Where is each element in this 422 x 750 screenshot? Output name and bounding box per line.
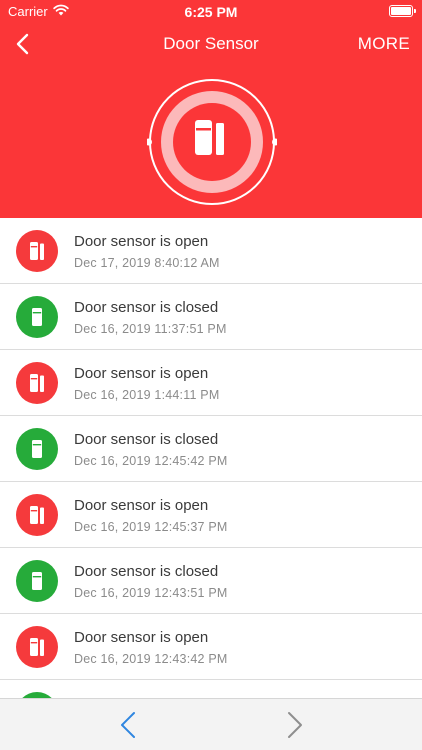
event-timestamp: Dec 16, 2019 1:44:11 PM: [74, 388, 220, 402]
more-button[interactable]: MORE: [358, 34, 410, 54]
door-closed-icon: [16, 296, 58, 338]
event-title: Door sensor is closed: [74, 299, 219, 316]
event-timestamp: Dec 16, 2019 12:45:42 PM: [74, 454, 228, 468]
event-title: Door sensor is open: [74, 629, 209, 646]
door-open-icon: [16, 626, 58, 668]
status-bar: Carrier 6:25 PM: [0, 0, 422, 24]
next-button[interactable]: [280, 709, 308, 741]
event-row[interactable]: Door sensor is closed Dec 16, 2019 11:37:…: [0, 284, 422, 350]
event-row[interactable]: Door sensor is open Dec 16, 2019 12:45:37…: [0, 482, 422, 548]
door-closed-icon: [16, 560, 58, 602]
event-timestamp: Dec 16, 2019 12:43:42 PM: [74, 652, 228, 666]
event-row[interactable]: Door sensor is open Dec 16, 2019 12:43:42…: [0, 614, 422, 680]
chevron-right-icon: [288, 712, 302, 738]
door-open-icon: [16, 494, 58, 536]
header: Carrier 6:25 PM Door Sensor MORE: [0, 0, 422, 218]
door-open-icon: [16, 362, 58, 404]
event-row[interactable]: Door sensor is open Dec 17, 2019 8:40:12 …: [0, 218, 422, 284]
app-screen: Carrier 6:25 PM Door Sensor MORE Door se…: [0, 0, 422, 750]
bottom-toolbar: [0, 698, 422, 750]
event-row[interactable]: Door sensor is closed Dec 16, 2019 12:43:…: [0, 548, 422, 614]
event-timestamp: Dec 16, 2019 11:37:51 PM: [74, 322, 227, 336]
door-closed-icon: [16, 428, 58, 470]
event-timestamp: Dec 16, 2019 12:43:51 PM: [74, 586, 228, 600]
event-list[interactable]: Door sensor is open Dec 17, 2019 8:40:12 …: [0, 218, 422, 698]
chevron-left-icon: [121, 712, 135, 738]
battery-fill: [391, 7, 411, 15]
event-row[interactable]: Door sensor is open Dec 16, 2019 1:44:11 …: [0, 350, 422, 416]
event-title: Door sensor is open: [74, 365, 209, 382]
event-title: Door sensor is closed: [74, 431, 219, 448]
event-title: Door sensor is open: [74, 233, 209, 250]
battery-full-icon: [389, 5, 416, 17]
previous-button[interactable]: [115, 709, 143, 741]
nav-bar: Door Sensor MORE: [0, 24, 422, 64]
status-time: 6:25 PM: [184, 4, 238, 20]
event-row[interactable]: [0, 680, 422, 698]
event-timestamp: Dec 16, 2019 12:45:37 PM: [74, 520, 228, 534]
event-title: Door sensor is closed: [74, 563, 219, 580]
event-timestamp: Dec 17, 2019 8:40:12 AM: [74, 256, 220, 270]
door-open-icon: [16, 230, 58, 272]
door-sensor-status-icon: [145, 77, 279, 207]
event-row[interactable]: Door sensor is closed Dec 16, 2019 12:45:…: [0, 416, 422, 482]
event-title: Door sensor is open: [74, 497, 209, 514]
